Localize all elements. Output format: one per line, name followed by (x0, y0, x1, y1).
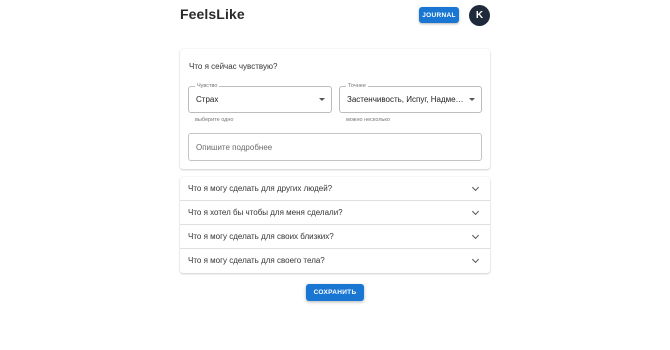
chevron-down-icon[interactable] (471, 207, 480, 216)
feeling-select[interactable]: Чувство Страх (188, 83, 332, 113)
feeling-card: Что я сейчас чувствую? Чувство Страх выб… (180, 49, 490, 169)
description-input[interactable]: Опишите подробнее (188, 133, 482, 161)
accordion-item-label: Что я хотел бы чтобы для меня сделали? (188, 208, 343, 217)
accordion-item-label: Что я могу сделать для своего тела? (188, 256, 325, 265)
accordion-item[interactable]: Что я могу сделать для своего тела? (180, 249, 490, 273)
accordion-item[interactable]: Что я могу сделать для своих близких? (180, 225, 490, 249)
card-title: Что я сейчас чувствую? (189, 62, 278, 71)
chevron-down-icon[interactable] (471, 183, 480, 192)
chevron-down-icon[interactable] (471, 255, 480, 264)
feeling-helper-text: выберите одно (195, 117, 234, 123)
description-placeholder: Опишите подробнее (196, 143, 273, 152)
accordion-item[interactable]: Что я могу сделать для других людей? (180, 177, 490, 201)
nuance-select-legend: Точнее (346, 83, 368, 90)
accordion-item[interactable]: Что я хотел бы чтобы для меня сделали? (180, 201, 490, 225)
avatar[interactable]: K (469, 5, 490, 26)
nuance-select[interactable]: Точнее Застенчивость, Испуг, Надме… (339, 83, 482, 113)
feeling-select-value: Страх (196, 95, 219, 104)
caret-down-icon (319, 98, 325, 101)
save-button[interactable]: СОХРАНИТЬ (306, 284, 364, 301)
chevron-down-icon[interactable] (471, 231, 480, 240)
app-title[interactable]: FeelsLike (180, 6, 245, 22)
feeling-select-legend: Чувство (195, 83, 220, 90)
accordion-item-label: Что я могу сделать для своих близких? (188, 232, 334, 241)
caret-down-icon (469, 98, 475, 101)
accordion-item-label: Что я могу сделать для других людей? (188, 184, 333, 193)
nuance-helper-text: можно несколько (346, 117, 390, 123)
questions-accordion: Что я могу сделать для других людей? Что… (180, 177, 490, 273)
nuance-select-value: Застенчивость, Испуг, Надме… (347, 95, 464, 104)
journal-button[interactable]: JOURNAL (419, 7, 459, 23)
